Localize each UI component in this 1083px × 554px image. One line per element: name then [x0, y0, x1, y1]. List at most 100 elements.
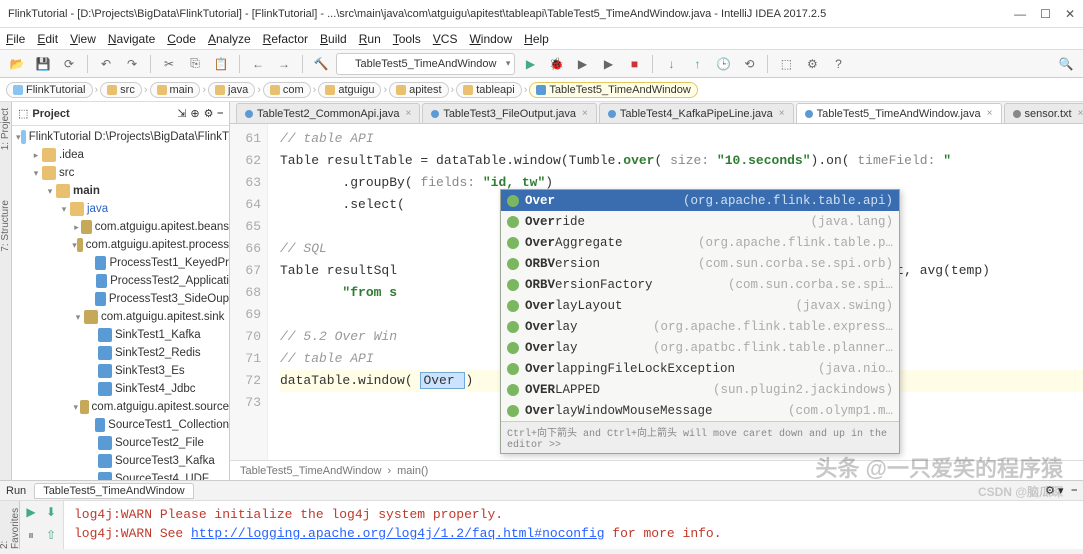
tree-node[interactable]: ▾main: [12, 182, 229, 200]
editor-tab[interactable]: TableTest5_TimeAndWindow.java×: [796, 103, 1002, 123]
rerun-icon[interactable]: ▶: [22, 503, 40, 521]
search-icon[interactable]: 🔍: [1055, 53, 1077, 75]
tree-node[interactable]: ▾com.atguigu.apitest.source: [12, 398, 229, 416]
back-icon[interactable]: ←: [247, 53, 269, 75]
settings-icon[interactable]: ⚙: [801, 53, 823, 75]
close-icon[interactable]: ✕: [1065, 7, 1075, 21]
open-icon[interactable]: 📂: [6, 53, 28, 75]
breadcrumb-apitest[interactable]: apitest: [389, 82, 448, 98]
tree-node[interactable]: ▸com.atguigu.apitest.beans: [12, 218, 229, 236]
sync-icon[interactable]: ⟳: [58, 53, 80, 75]
breadcrumb-flinktutorial[interactable]: FlinkTutorial: [6, 82, 93, 98]
breadcrumb-atguigu[interactable]: atguigu: [318, 82, 381, 98]
breadcrumb-main[interactable]: main: [150, 82, 201, 98]
minimize-icon[interactable]: —: [1014, 7, 1026, 21]
crumb-method[interactable]: main(): [397, 465, 428, 477]
menu-navigate[interactable]: Navigate: [108, 32, 155, 46]
tree-node[interactable]: ProcessTest3_SideOup: [12, 290, 229, 308]
menu-help[interactable]: Help: [524, 32, 549, 46]
locate-icon[interactable]: ⊕: [190, 107, 199, 120]
help-icon[interactable]: ?: [827, 53, 849, 75]
completion-item[interactable]: Overlay (org.apache.flink.table.express…: [501, 316, 899, 337]
tree-node[interactable]: SinkTest2_Redis: [12, 344, 229, 362]
project-tree[interactable]: ▾FlinkTutorial D:\Projects\BigData\Flink…: [12, 126, 229, 480]
close-tab-icon[interactable]: ×: [779, 108, 785, 119]
stop-run-icon[interactable]: ⬇: [42, 503, 60, 521]
editor-tab[interactable]: sensor.txt×: [1004, 103, 1083, 123]
menu-edit[interactable]: Edit: [37, 32, 58, 46]
project-combo-icon[interactable]: ⬚: [18, 107, 28, 120]
vcs-revert-icon[interactable]: ⟲: [738, 53, 760, 75]
tree-node[interactable]: SourceTest2_File: [12, 434, 229, 452]
sidetab-structure[interactable]: 7: Structure: [0, 200, 11, 252]
menu-tools[interactable]: Tools: [393, 32, 421, 46]
tree-node[interactable]: ▾FlinkTutorial D:\Projects\BigData\Flink…: [12, 128, 229, 146]
tree-node[interactable]: ProcessTest1_KeyedPr: [12, 254, 229, 272]
tree-node[interactable]: ▸.idea: [12, 146, 229, 164]
cut-icon[interactable]: ✂: [158, 53, 180, 75]
run-gear-icon[interactable]: ⚙ ▾: [1045, 484, 1063, 497]
save-icon[interactable]: 💾: [32, 53, 54, 75]
structure-icon[interactable]: ⬚: [775, 53, 797, 75]
vcs-history-icon[interactable]: 🕒: [712, 53, 734, 75]
tree-node[interactable]: SourceTest4_UDF: [12, 470, 229, 480]
tree-node[interactable]: SinkTest1_Kafka: [12, 326, 229, 344]
tree-node[interactable]: ▾com.atguigu.apitest.process: [12, 236, 229, 254]
sidetab-favorites[interactable]: 2: Favorites: [0, 505, 21, 549]
settings-gear-icon[interactable]: ⚙: [204, 107, 214, 120]
run-icon[interactable]: ▶: [519, 53, 541, 75]
up-stack-icon[interactable]: ⇧: [42, 526, 60, 544]
menu-vcs[interactable]: VCS: [433, 32, 458, 46]
menu-window[interactable]: Window: [469, 32, 512, 46]
completion-item[interactable]: Override (java.lang): [501, 211, 899, 232]
forward-icon[interactable]: →: [273, 53, 295, 75]
vcs-commit-icon[interactable]: ↑: [686, 53, 708, 75]
tree-node[interactable]: ▾src: [12, 164, 229, 182]
completion-item[interactable]: ORBVersion (com.sun.corba.se.spi.orb): [501, 253, 899, 274]
menu-code[interactable]: Code: [167, 32, 196, 46]
stop-icon[interactable]: ■: [623, 53, 645, 75]
completion-item[interactable]: Over (org.apache.flink.table.api): [501, 190, 899, 211]
completion-item[interactable]: OverlayWindowMouseMessage (com.olymp1.m…: [501, 400, 899, 421]
debug-icon[interactable]: 🐞: [545, 53, 567, 75]
collapse-icon[interactable]: ⇲: [177, 107, 186, 120]
code-completion-popup[interactable]: Over (org.apache.flink.table.api)Overrid…: [500, 189, 900, 454]
menu-run[interactable]: Run: [359, 32, 381, 46]
run-config-dropdown[interactable]: TableTest5_TimeAndWindow: [336, 53, 515, 75]
completion-item[interactable]: OverlappingFileLockException (java.nio…: [501, 358, 899, 379]
close-tab-icon[interactable]: ×: [405, 108, 411, 119]
breadcrumb-tabletest5_timeandwindow[interactable]: TableTest5_TimeAndWindow: [529, 82, 697, 98]
completion-item[interactable]: OverAggregate (org.apache.flink.table.p…: [501, 232, 899, 253]
editor-tab[interactable]: TableTest2_CommonApi.java×: [236, 103, 420, 123]
crumb-class[interactable]: TableTest5_TimeAndWindow: [240, 465, 381, 477]
tree-node[interactable]: SourceTest1_Collection: [12, 416, 229, 434]
redo-icon[interactable]: ↷: [121, 53, 143, 75]
breadcrumb-tableapi[interactable]: tableapi: [456, 82, 522, 98]
completion-item[interactable]: OVERLAPPED (sun.plugin2.jackindows): [501, 379, 899, 400]
editor-tab[interactable]: TableTest4_KafkaPipeLine.java×: [599, 103, 794, 123]
editor-tab[interactable]: TableTest3_FileOutput.java×: [422, 103, 597, 123]
tree-node[interactable]: ProcessTest2_Applicati: [12, 272, 229, 290]
menu-build[interactable]: Build: [320, 32, 347, 46]
menu-view[interactable]: View: [70, 32, 96, 46]
maximize-icon[interactable]: ☐: [1040, 7, 1051, 21]
breadcrumb-src[interactable]: src: [100, 82, 142, 98]
paste-icon[interactable]: 📋: [210, 53, 232, 75]
tree-node[interactable]: SourceTest3_Kafka: [12, 452, 229, 470]
copy-icon[interactable]: ⎘: [184, 53, 206, 75]
tree-node[interactable]: ▾java: [12, 200, 229, 218]
undo-icon[interactable]: ↶: [95, 53, 117, 75]
breadcrumb-java[interactable]: java: [208, 82, 255, 98]
close-tab-icon[interactable]: ×: [582, 108, 588, 119]
hide-icon[interactable]: ⎯: [218, 107, 224, 120]
completion-item[interactable]: Overlay (org.apatbc.flink.table.planner…: [501, 337, 899, 358]
menu-file[interactable]: File: [6, 32, 25, 46]
close-tab-icon[interactable]: ×: [987, 108, 993, 119]
menu-analyze[interactable]: Analyze: [208, 32, 251, 46]
tree-node[interactable]: SinkTest4_Jdbc: [12, 380, 229, 398]
pause-icon[interactable]: ⏸: [22, 526, 40, 544]
breadcrumb-com[interactable]: com: [263, 82, 311, 98]
run-console[interactable]: log4j:WARN Please initialize the log4j s…: [64, 501, 1083, 549]
run-hide-icon[interactable]: ⎯: [1072, 484, 1078, 497]
vcs-update-icon[interactable]: ↓: [660, 53, 682, 75]
